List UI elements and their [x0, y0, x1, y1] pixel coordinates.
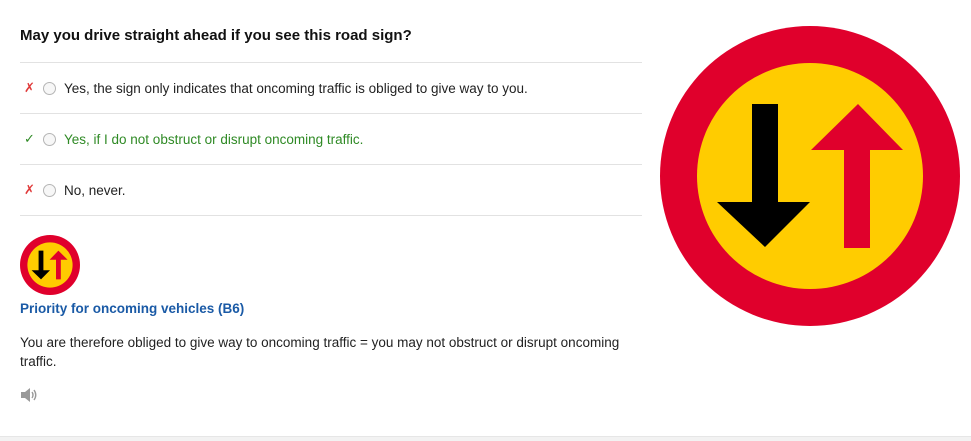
wrong-mark-icon: ✗	[24, 182, 35, 197]
sign-title: Priority for oncoming vehicles (B6)	[20, 301, 245, 316]
answer-text-1: Yes, the sign only indicates that oncomi…	[64, 80, 528, 96]
answer-list: ✗ Yes, the sign only indicates that onco…	[20, 62, 642, 216]
speaker-icon[interactable]	[20, 387, 38, 403]
wrong-mark-icon: ✗	[24, 80, 35, 95]
question-text: May you drive straight ahead if you see …	[20, 27, 412, 44]
answer-option-1[interactable]: ✗ Yes, the sign only indicates that onco…	[20, 63, 642, 114]
road-sign-image	[660, 26, 960, 326]
page: May you drive straight ahead if you see …	[0, 0, 971, 441]
answer-text-2: Yes, if I do not obstruct or disrupt onc…	[64, 131, 364, 147]
road-sign-thumbnail	[20, 235, 80, 295]
answer-option-3[interactable]: ✗ No, never.	[20, 165, 642, 216]
answer-radio-3[interactable]	[43, 183, 56, 197]
answer-radio-1[interactable]	[43, 81, 56, 95]
answer-radio-2[interactable]	[43, 132, 56, 146]
explanation-text: You are therefore obliged to give way to…	[20, 335, 620, 369]
answer-text-3: No, never.	[64, 182, 126, 198]
footer-divider	[0, 436, 971, 441]
answer-option-2[interactable]: ✓ Yes, if I do not obstruct or disrupt o…	[20, 114, 642, 165]
correct-mark-icon: ✓	[24, 131, 35, 146]
